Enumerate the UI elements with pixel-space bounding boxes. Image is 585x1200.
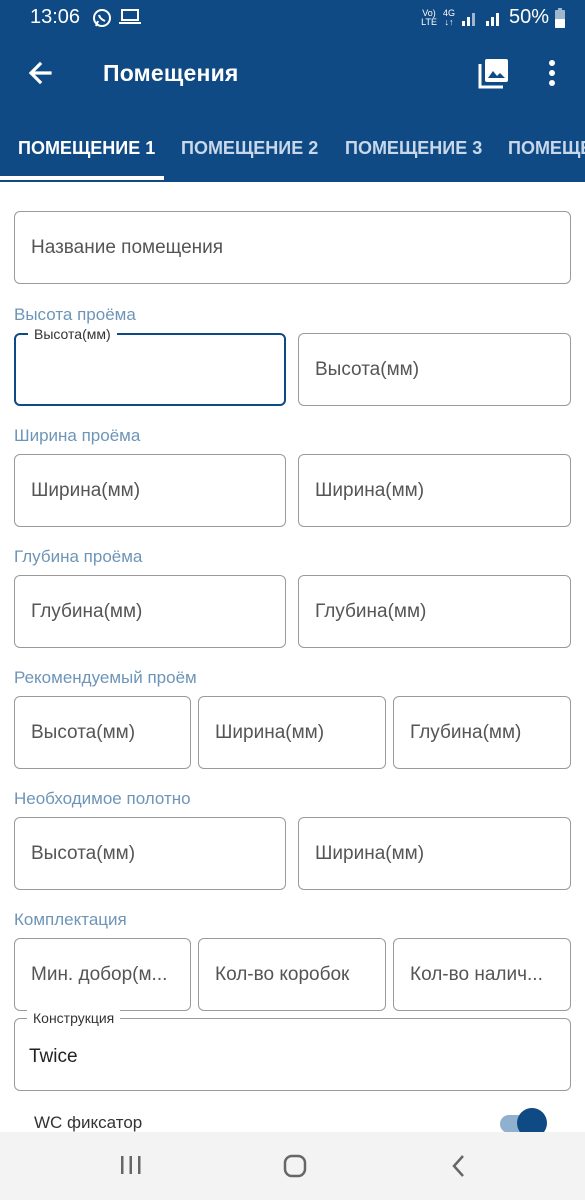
status-bar: 13:06 Vo) LTE 4G ↓↑ 50%: [0, 0, 585, 36]
casing-count-field: [393, 938, 571, 1011]
recommended-width-field: [198, 696, 386, 769]
construction-label: Конструкция: [27, 1010, 121, 1026]
battery-icon: [555, 7, 565, 28]
signal-icon: [461, 12, 475, 26]
opening-height-field-2: [298, 333, 571, 406]
signal-icon-2: [485, 12, 499, 26]
volte-bottom: LTE: [421, 16, 437, 27]
recommended-height-field: [14, 696, 191, 769]
section-opening-height: Высота проёма: [14, 305, 136, 324]
tab-room-2[interactable]: ПОМЕЩЕНИЕ 2: [181, 114, 318, 182]
4g-bottom: ↓↑: [444, 16, 454, 27]
page-title: Помещения: [103, 60, 239, 86]
arrow-back-icon[interactable]: [24, 56, 58, 90]
opening-height-input-2[interactable]: [299, 334, 570, 405]
system-nav-bar: [0, 1132, 585, 1200]
volte-indicator: Vo) LTE: [421, 8, 437, 27]
min-extension-field: [14, 938, 191, 1011]
room-name-field: [14, 211, 571, 284]
required-leaf-width-field: [298, 817, 571, 890]
section-recommended-opening: Рекомендуемый проём: [14, 668, 197, 687]
section-equipment: Комплектация: [14, 910, 127, 929]
whatsapp-icon: [93, 9, 111, 27]
construction-select[interactable]: Конструкция Twice: [14, 1010, 571, 1091]
required-leaf-height-field: [14, 817, 286, 890]
gallery-icon[interactable]: [477, 56, 511, 90]
more-vert-icon[interactable]: [540, 56, 564, 90]
battery-percent: 50%: [508, 6, 549, 28]
opening-depth-field-1: [14, 575, 286, 648]
box-count-input[interactable]: [199, 939, 385, 1010]
opening-depth-input-2[interactable]: [299, 576, 570, 647]
recent-apps-icon[interactable]: [119, 1154, 143, 1176]
wc-lock-label: WC фиксатор: [34, 1113, 143, 1132]
recommended-height-input[interactable]: [15, 697, 190, 768]
room-tabs: ПОМЕЩЕНИЕ 1 ПОМЕЩЕНИЕ 2 ПОМЕЩЕНИЕ 3 ПОМЕ…: [0, 114, 585, 182]
back-nav-icon[interactable]: [449, 1153, 469, 1179]
laptop-icon: [119, 9, 141, 24]
opening-depth-input-1[interactable]: [15, 576, 285, 647]
casing-count-input[interactable]: [394, 939, 570, 1010]
opening-height-input-1[interactable]: [16, 335, 284, 404]
room-name-input[interactable]: [15, 212, 570, 283]
status-time: 13:06: [30, 6, 81, 28]
recommended-depth-field: [393, 696, 571, 769]
recommended-width-input[interactable]: [199, 697, 385, 768]
home-icon[interactable]: [282, 1153, 308, 1179]
section-opening-width: Ширина проёма: [14, 426, 141, 445]
tab-room-1[interactable]: ПОМЕЩЕНИЕ 1: [18, 114, 155, 182]
box-count-field: [198, 938, 386, 1011]
opening-width-input-2[interactable]: [299, 455, 570, 526]
opening-width-field-1: [14, 454, 286, 527]
opening-width-field-2: [298, 454, 571, 527]
tab-room-4[interactable]: ПОМЕЩЕ: [508, 114, 585, 182]
4g-indicator: 4G ↓↑: [443, 8, 455, 27]
required-leaf-width-input[interactable]: [299, 818, 570, 889]
recommended-depth-input[interactable]: [394, 697, 570, 768]
section-opening-depth: Глубина проёма: [14, 547, 143, 566]
required-leaf-height-input[interactable]: [15, 818, 285, 889]
min-extension-input[interactable]: [15, 939, 190, 1010]
section-required-leaf: Необходимое полотно: [14, 789, 191, 808]
tab-room-3[interactable]: ПОМЕЩЕНИЕ 3: [345, 114, 482, 182]
active-tab-indicator: [0, 176, 164, 180]
app-bar: Помещения: [0, 36, 585, 114]
construction-value: Twice: [29, 1046, 78, 1067]
opening-depth-field-2: [298, 575, 571, 648]
opening-height-floating-label: Высота(мм): [28, 326, 117, 342]
opening-height-field-1: Высота(мм): [14, 326, 286, 406]
opening-width-input-1[interactable]: [15, 455, 285, 526]
